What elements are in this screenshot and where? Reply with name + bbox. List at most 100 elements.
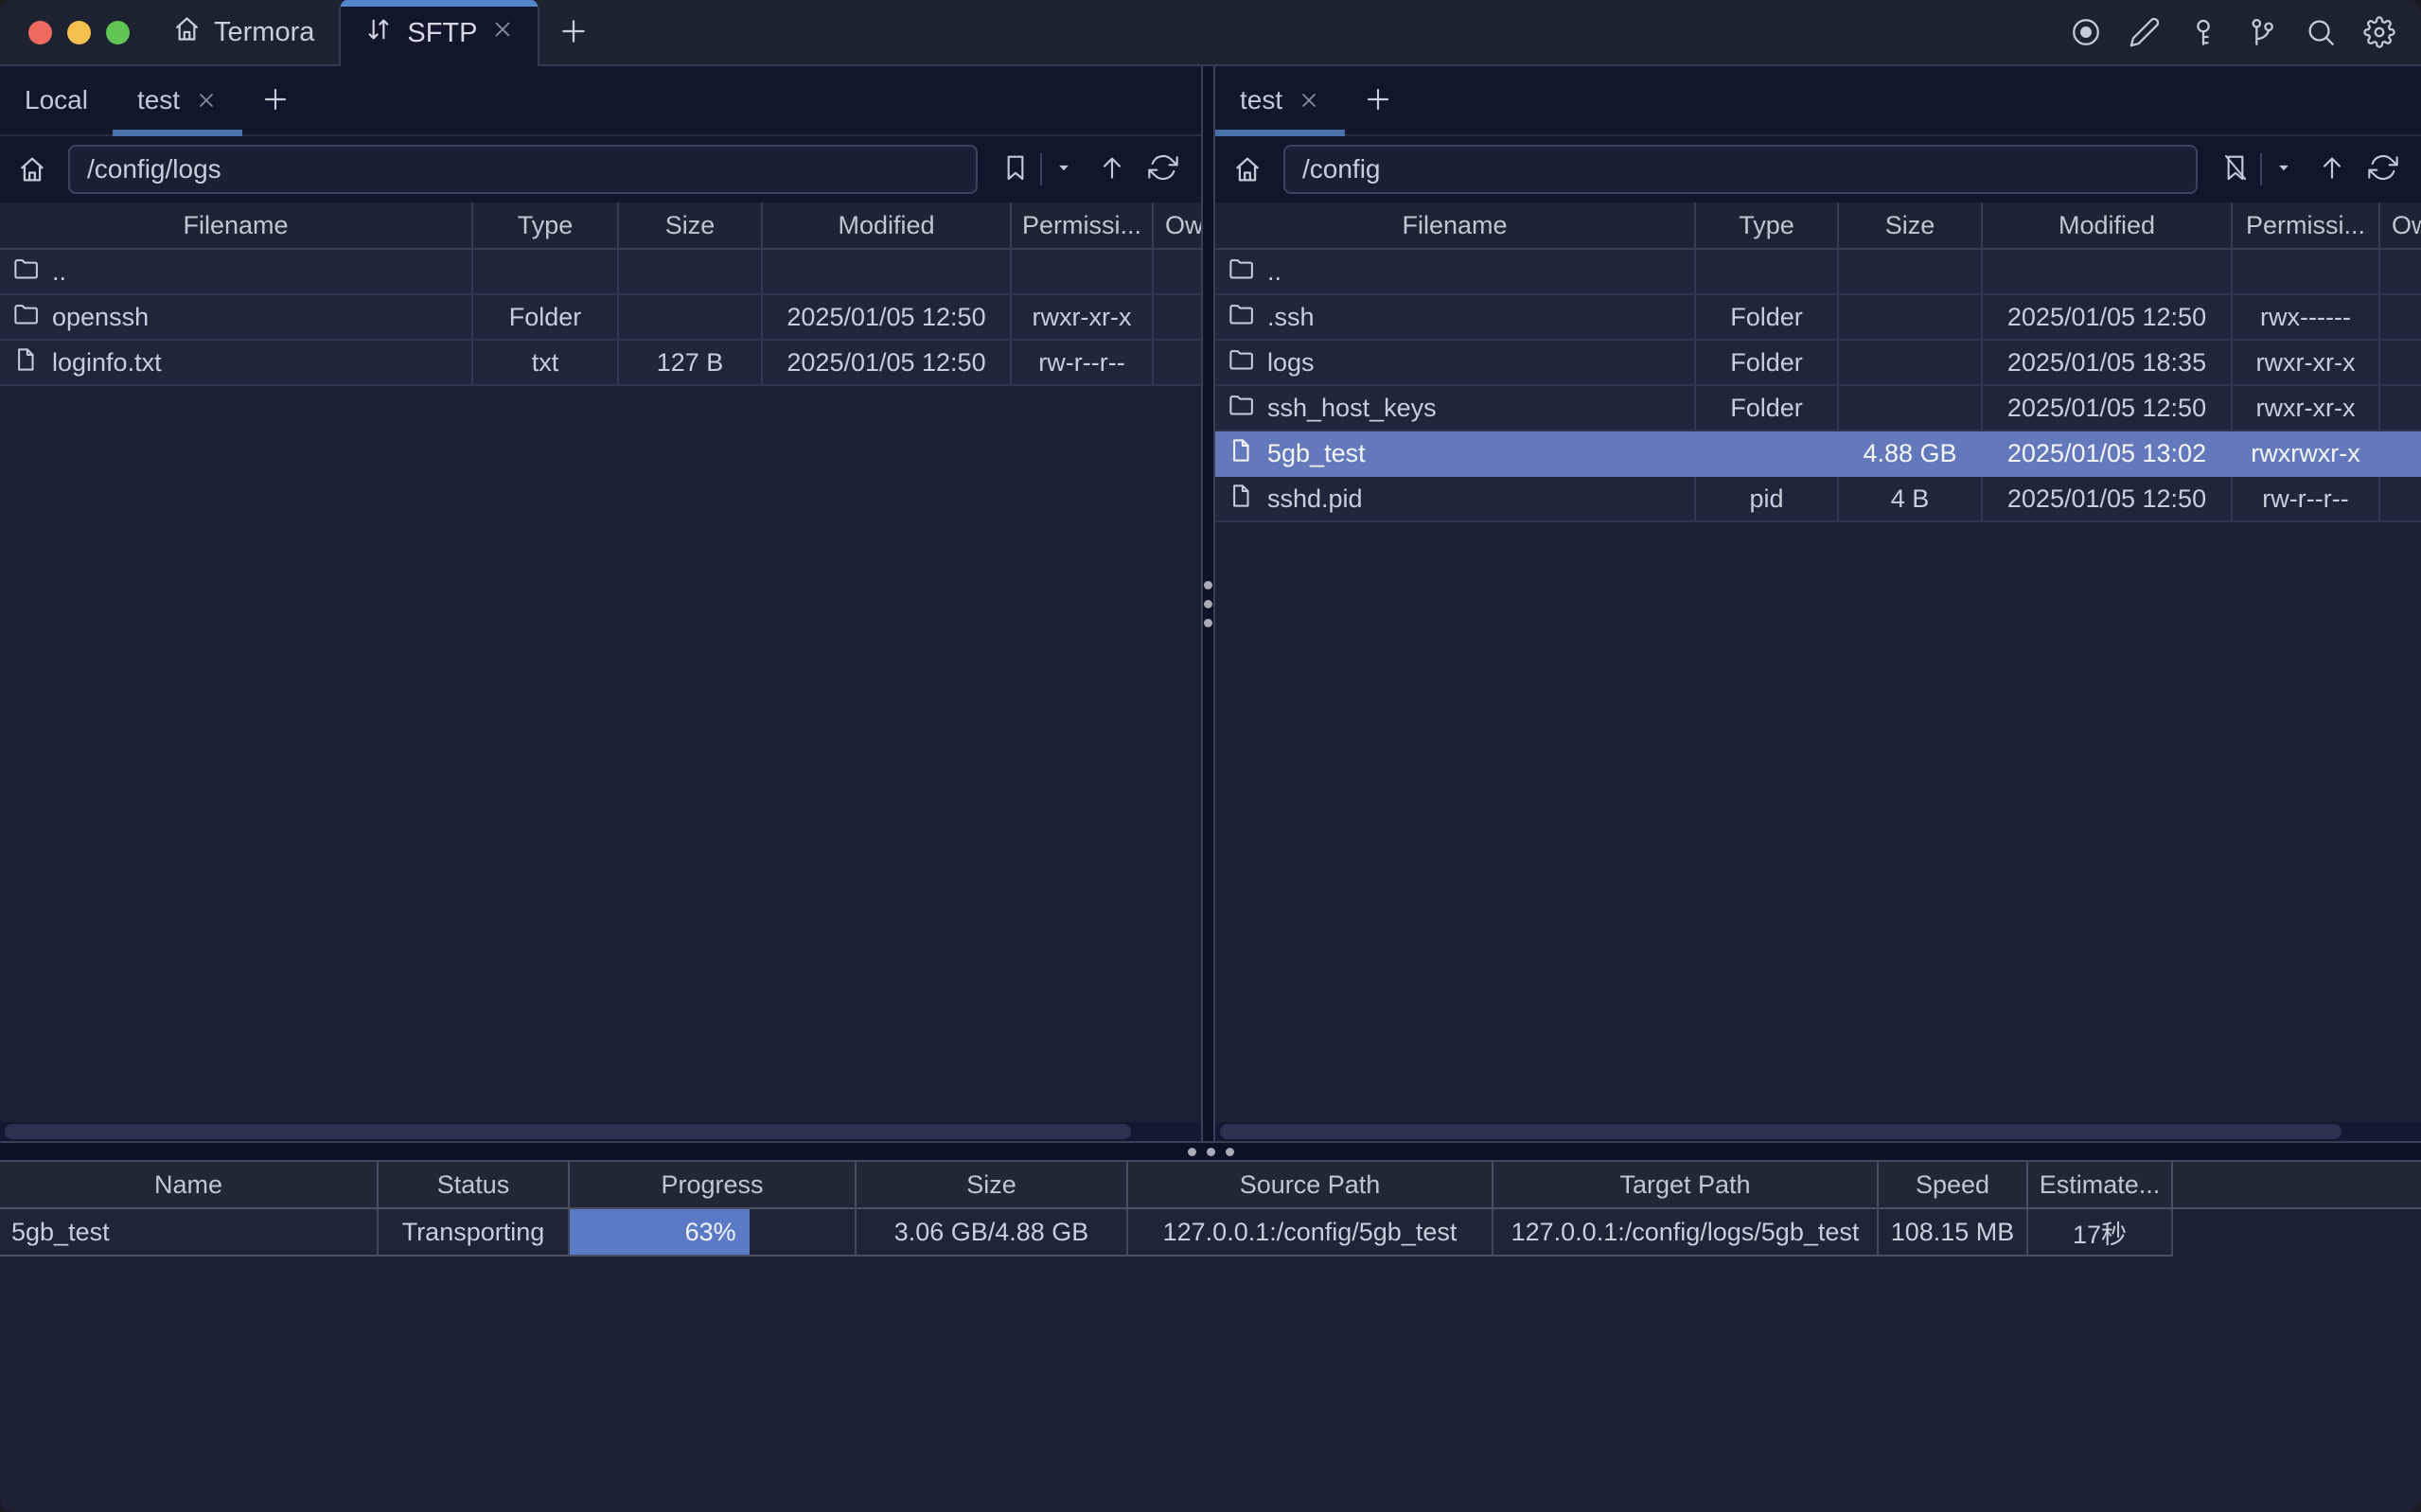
filename: ssh_host_keys — [1267, 394, 1437, 423]
file-icon — [1227, 482, 1255, 517]
home-icon[interactable] — [1227, 149, 1268, 190]
tab-termora-home[interactable]: Termora — [171, 0, 314, 64]
plus-icon — [1363, 84, 1393, 117]
column-header-permissions[interactable]: Permissi... — [1012, 202, 1154, 248]
column-header-modified[interactable]: Modified — [1983, 202, 2233, 248]
zoom-window-button[interactable] — [106, 21, 130, 44]
filename: loginfo.txt — [52, 348, 162, 378]
filename: 5gb_test — [1267, 439, 1366, 468]
close-icon[interactable] — [490, 17, 515, 49]
pencil-icon[interactable] — [2124, 11, 2165, 53]
tab-sftp[interactable]: SFTP — [339, 0, 539, 66]
folder-icon — [11, 255, 40, 290]
column-header-size[interactable]: Size — [1839, 202, 1983, 248]
bookmark-off-icon[interactable] — [2220, 152, 2251, 187]
refresh-icon[interactable] — [2368, 152, 2398, 187]
column-header-source-path[interactable]: Source Path — [1128, 1162, 1493, 1207]
table-row[interactable]: loginfo.txt txt 127 B 2025/01/05 12:50 r… — [0, 341, 1201, 386]
chevron-down-icon[interactable] — [1051, 155, 1076, 185]
pane-splitter-vertical[interactable] — [1201, 66, 1215, 1141]
column-header-type[interactable]: Type — [473, 202, 619, 248]
column-header-progress[interactable]: Progress — [570, 1162, 857, 1207]
left-table-header: Filename Type Size Modified Permissi... … — [0, 202, 1201, 250]
transfer-size: 3.06 GB/4.88 GB — [857, 1209, 1128, 1257]
home-icon[interactable] — [11, 149, 53, 190]
column-header-target-path[interactable]: Target Path — [1493, 1162, 1879, 1207]
add-pane-tab-button[interactable] — [1345, 66, 1411, 134]
scrollbar-thumb[interactable] — [1220, 1124, 2341, 1139]
left-path-input[interactable] — [68, 145, 978, 194]
table-row[interactable]: .. — [0, 250, 1201, 295]
column-header-size[interactable]: Size — [857, 1162, 1128, 1207]
table-row[interactable]: .. — [1215, 250, 2421, 295]
column-header-permissions[interactable]: Permissi... — [2233, 202, 2380, 248]
tab-test-left[interactable]: test — [113, 66, 242, 134]
left-file-table: Filename Type Size Modified Permissi... … — [0, 202, 1201, 1141]
filename: sshd.pid — [1267, 484, 1363, 514]
close-window-button[interactable] — [28, 21, 52, 44]
column-header-size[interactable]: Size — [619, 202, 763, 248]
chevron-down-icon[interactable] — [2271, 155, 2296, 185]
progress-bar: 63% — [570, 1209, 750, 1255]
table-row[interactable]: logs Folder 2025/01/05 18:35 rwxr-xr-x — [1215, 341, 2421, 386]
tab-label: Local — [25, 85, 88, 115]
table-row[interactable]: .ssh Folder 2025/01/05 12:50 rwx------ — [1215, 295, 2421, 341]
column-header-type[interactable]: Type — [1696, 202, 1839, 248]
folder-icon — [1227, 255, 1255, 290]
left-pathbar — [0, 136, 1201, 202]
new-tab-button[interactable] — [539, 0, 608, 64]
row-filler — [2173, 1209, 2421, 1257]
transfer-row[interactable]: 5gb_test Transporting 63% 3.06 GB/4.88 G… — [0, 1209, 2421, 1257]
column-header-name[interactable]: Name — [0, 1162, 379, 1207]
column-header-filename[interactable]: Filename — [0, 202, 473, 248]
titlebar-actions — [2065, 0, 2421, 64]
gear-icon[interactable] — [2359, 11, 2400, 53]
bookmark-icon[interactable] — [1000, 152, 1031, 187]
branch-icon[interactable] — [2241, 11, 2283, 53]
left-horizontal-scrollbar[interactable] — [0, 1122, 1201, 1141]
app-tab-label: Termora — [214, 17, 314, 48]
up-arrow-icon[interactable] — [1097, 152, 1127, 187]
table-row[interactable]: openssh Folder 2025/01/05 12:50 rwxr-xr-… — [0, 295, 1201, 341]
right-horizontal-scrollbar[interactable] — [1215, 1122, 2421, 1141]
right-table-header: Filename Type Size Modified Permissi... … — [1215, 202, 2421, 250]
transfer-panel: Name Status Progress Size Source Path Ta… — [0, 1162, 2421, 1512]
filename: logs — [1267, 348, 1315, 378]
transfer-arrows-icon — [363, 14, 394, 52]
column-header-estimate[interactable]: Estimate... — [2028, 1162, 2173, 1207]
tab-test-right[interactable]: test — [1215, 66, 1345, 134]
header-filler — [2173, 1162, 2421, 1207]
refresh-icon[interactable] — [1148, 152, 1178, 187]
record-icon[interactable] — [2065, 11, 2107, 53]
transfer-splitter-horizontal[interactable] — [0, 1141, 2421, 1162]
folder-icon — [1227, 345, 1255, 380]
right-pathbar — [1215, 136, 2421, 202]
right-pane: test — [1215, 66, 2421, 1141]
filename: .. — [1267, 257, 1281, 287]
tab-local[interactable]: Local — [0, 66, 113, 134]
search-icon[interactable] — [2300, 11, 2341, 53]
table-row-selected[interactable]: 5gb_test 4.88 GB 2025/01/05 13:02 rwxrwx… — [1215, 431, 2421, 477]
folder-icon — [1227, 300, 1255, 335]
table-row[interactable]: ssh_host_keys Folder 2025/01/05 12:50 rw… — [1215, 386, 2421, 431]
folder-icon — [11, 300, 40, 335]
filename: openssh — [52, 303, 149, 332]
table-row[interactable]: sshd.pid pid 4 B 2025/01/05 12:50 rw-r--… — [1215, 477, 2421, 522]
column-header-speed[interactable]: Speed — [1879, 1162, 2028, 1207]
column-header-status[interactable]: Status — [379, 1162, 570, 1207]
scrollbar-thumb[interactable] — [5, 1124, 1131, 1139]
column-header-modified[interactable]: Modified — [763, 202, 1012, 248]
close-icon[interactable] — [1298, 89, 1320, 112]
minimize-window-button[interactable] — [67, 21, 91, 44]
close-icon[interactable] — [195, 89, 218, 112]
filename: .ssh — [1267, 303, 1315, 332]
up-arrow-icon[interactable] — [2317, 152, 2347, 187]
right-path-input[interactable] — [1283, 145, 2198, 194]
right-path-tools — [2213, 152, 2406, 187]
key-icon[interactable] — [2182, 11, 2224, 53]
add-pane-tab-button[interactable] — [242, 66, 309, 134]
column-header-filename[interactable]: Filename — [1215, 202, 1696, 248]
column-header-owner[interactable]: Ow — [2380, 202, 2421, 248]
column-header-owner[interactable]: Ow — [1154, 202, 1201, 248]
transfer-name: 5gb_test — [0, 1209, 379, 1257]
